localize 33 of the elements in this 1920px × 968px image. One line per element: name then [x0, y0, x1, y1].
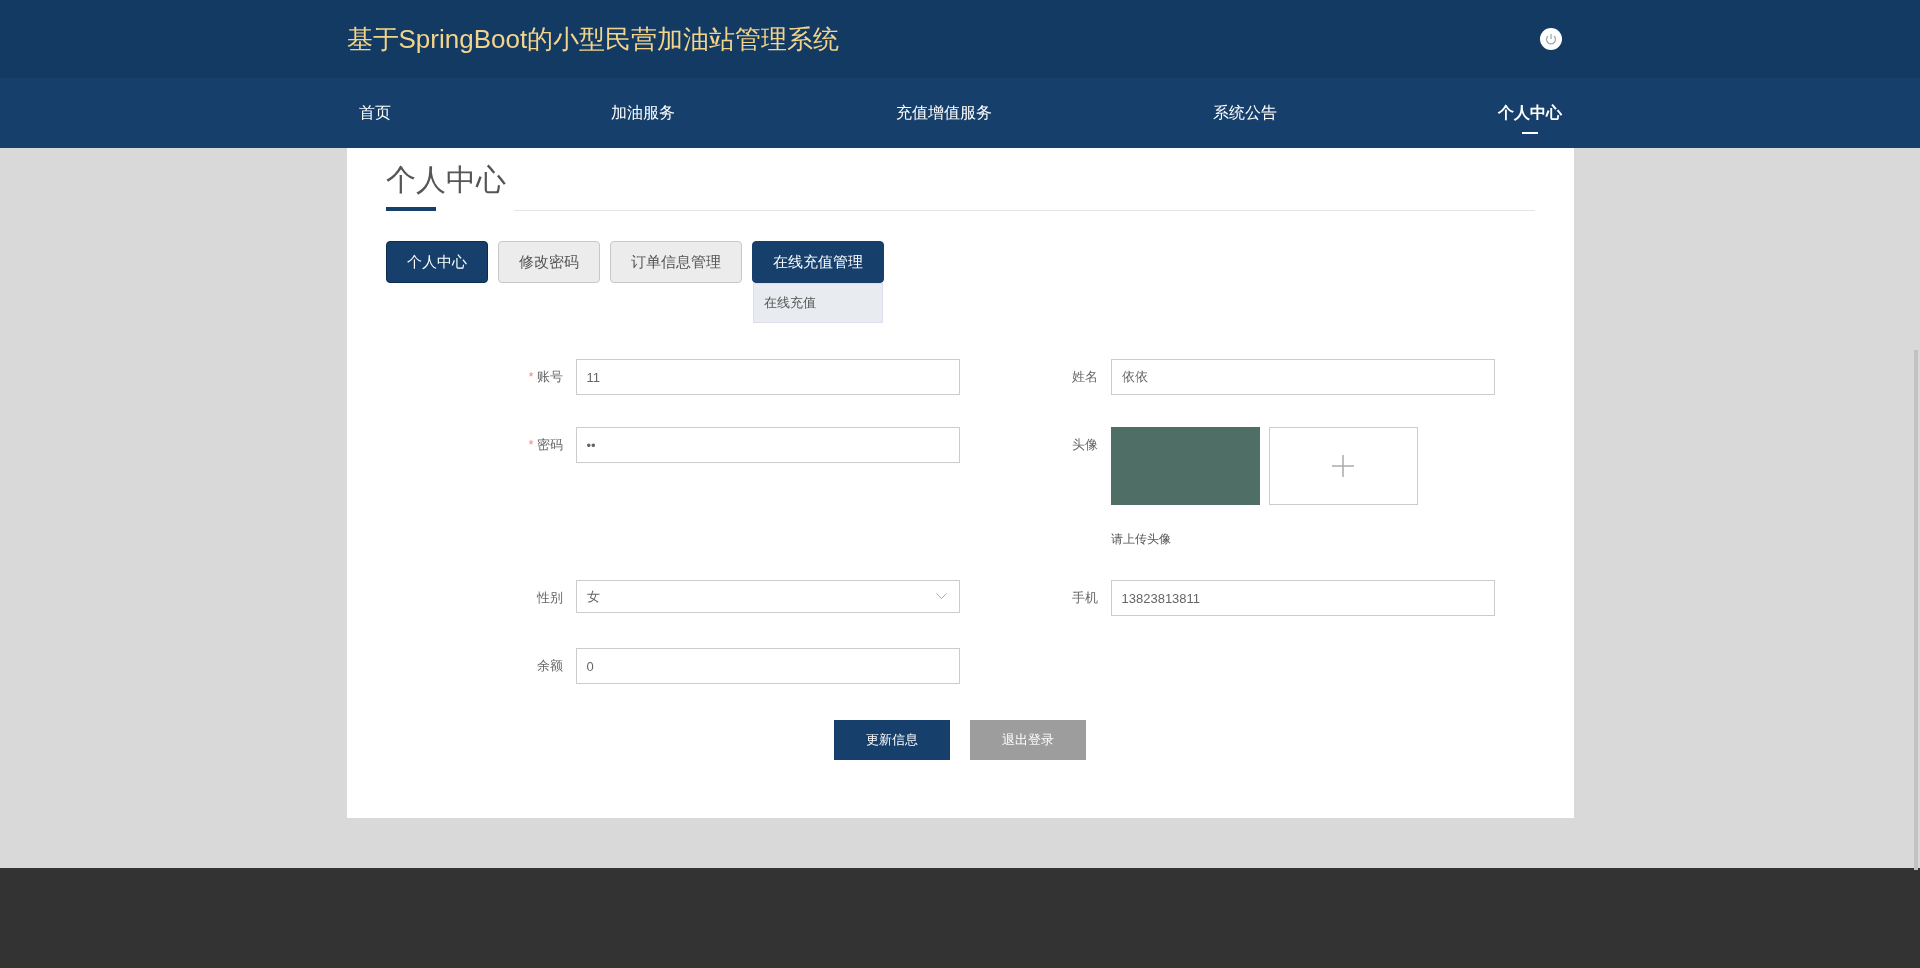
required-mark: * — [528, 437, 534, 452]
input-field[interactable]: •• — [575, 427, 960, 463]
tab-button[interactable]: 在线充值管理 — [751, 241, 884, 283]
chevron-down-icon — [935, 593, 947, 600]
upload-button[interactable] — [1268, 427, 1418, 505]
input-field[interactable]: 依依 — [1110, 359, 1495, 395]
plus-icon — [1332, 455, 1354, 477]
field-label: 密码 — [536, 437, 563, 452]
required-mark: * — [528, 369, 534, 384]
input-field[interactable]: 11 — [575, 359, 960, 395]
menu-item[interactable]: 在线充值 — [753, 284, 882, 322]
field-label: 头像 — [1071, 437, 1098, 452]
nav-link[interactable]: 系统公告 — [1212, 92, 1277, 134]
select-field[interactable]: 女 — [575, 580, 960, 613]
page-title: 个人中心 — [385, 162, 506, 198]
site-title: 基于SpringBoot的小型民营加油站管理系统 — [346, 22, 840, 56]
field-label: 手机 — [1071, 590, 1098, 605]
input-field[interactable]: 0 — [575, 648, 960, 684]
tab-button[interactable]: 修改密码 — [497, 241, 600, 283]
field-label: 余额 — [536, 658, 563, 673]
nav-link[interactable]: 个人中心 — [1497, 92, 1562, 134]
nav-link[interactable]: 首页 — [358, 92, 391, 134]
field-label: 性别 — [536, 590, 563, 605]
input-field[interactable]: 13823813811 — [1110, 580, 1495, 616]
tab-button[interactable]: 订单信息管理 — [609, 241, 742, 283]
nav-link[interactable]: 加油服务 — [611, 92, 676, 134]
field-label: 姓名 — [1071, 369, 1098, 384]
tab-button[interactable]: 个人中心 — [385, 241, 488, 283]
power-icon[interactable] — [1539, 28, 1562, 50]
field-label: 账号 — [536, 369, 563, 384]
action-button[interactable]: 更新信息 — [834, 720, 950, 760]
nav-link[interactable]: 充值增值服务 — [896, 92, 992, 134]
upload-hint: 请上传头像 — [1110, 531, 1172, 548]
